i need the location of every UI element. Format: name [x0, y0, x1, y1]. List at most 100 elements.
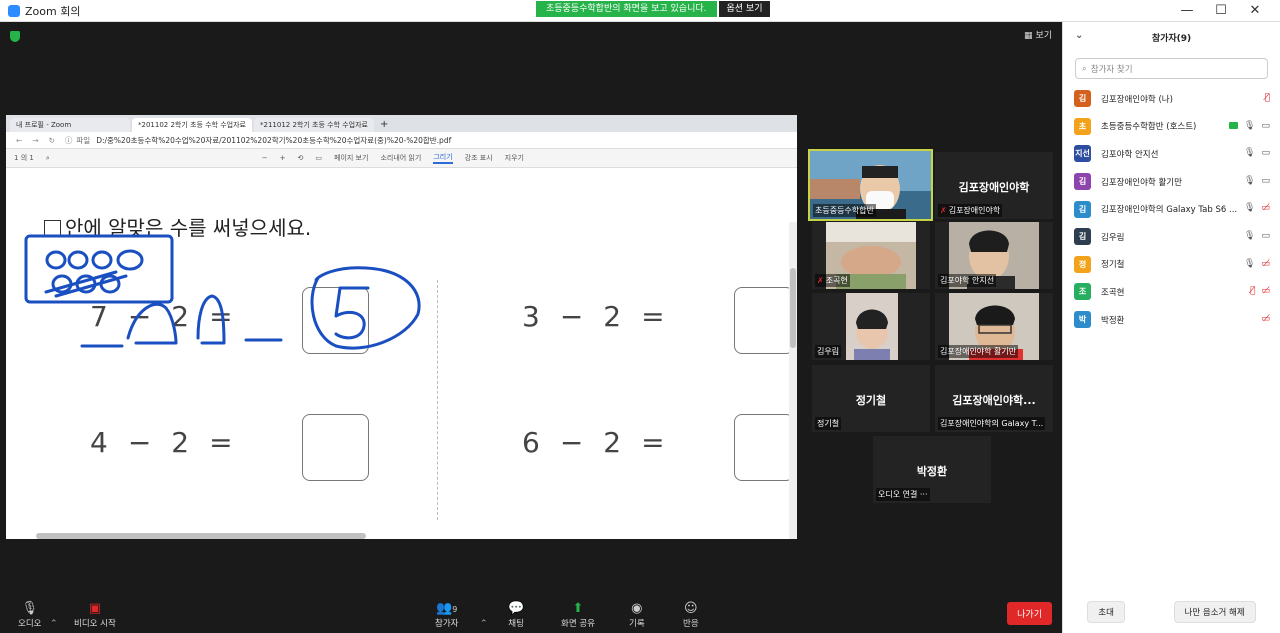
- video-tile[interactable]: 김포장애인야학 ✗ 김포장애인야학: [935, 152, 1053, 219]
- view-options-button[interactable]: 옵션 보기: [718, 1, 771, 17]
- participant-name: 김포야학 안지선: [1101, 149, 1159, 160]
- browser-tab[interactable]: 내 프로필 - Zoom: [10, 118, 130, 132]
- rotate-icon[interactable]: ⟲: [298, 154, 304, 162]
- page-of: 의 1: [20, 154, 34, 162]
- leave-button[interactable]: 나가기: [1007, 602, 1052, 625]
- read-aloud-button[interactable]: 소리내어 읽기: [380, 153, 421, 163]
- avatar: 지선: [1074, 145, 1091, 163]
- camera-off-icon: ▭̸: [1261, 203, 1270, 214]
- address-bar[interactable]: ← → ↻ ⓘ 파일 D:/중%20초등수학%20수업%20자료/201102%…: [6, 132, 797, 149]
- unmute-self-button[interactable]: 나만 음소거 해제: [1173, 601, 1256, 623]
- video-tile[interactable]: ✗ 조곡현: [812, 222, 930, 289]
- video-tile-active-speaker[interactable]: 초등중등수학합반: [808, 149, 933, 221]
- erase-button[interactable]: 지우기: [505, 153, 524, 163]
- tile-name: 조곡현: [825, 276, 848, 285]
- participant-item[interactable]: 김 김포장애인야학의 Galaxy Tab S6 ... 🎙 ▭̸: [1063, 195, 1280, 223]
- participants-chevron-icon[interactable]: ⌃: [480, 619, 488, 629]
- browser-tab-active[interactable]: *201102 2학기 초등 수학 수업자료: [132, 118, 252, 132]
- encryption-shield-icon[interactable]: [10, 31, 20, 42]
- participant-status: 🎙 ▭̸: [1244, 259, 1270, 269]
- minimize-button[interactable]: —: [1170, 0, 1204, 22]
- participant-search-input[interactable]: ⌕ 참가자 찾기: [1075, 58, 1268, 79]
- participant-item[interactable]: 조 조곡현 🎙̸ ▭̸: [1063, 278, 1280, 306]
- microphone-icon: 🎙: [21, 601, 38, 616]
- participants-icon: 👥9: [436, 601, 458, 616]
- invite-button[interactable]: 초대: [1087, 601, 1125, 623]
- back-icon[interactable]: ←: [16, 136, 22, 145]
- start-video-button[interactable]: ▣ 비디오 시작: [74, 601, 116, 629]
- participant-item[interactable]: 지선 김포야학 안지선 🎙 ▭: [1063, 140, 1280, 168]
- share-screen-icon: ⬆: [572, 601, 584, 616]
- view-button[interactable]: ▦ 보기: [1024, 28, 1052, 41]
- zoom-in-icon[interactable]: +: [280, 154, 286, 162]
- video-tile[interactable]: 김우림: [812, 293, 930, 360]
- participant-name: 초등중등수학합반 (호스트): [1101, 122, 1197, 133]
- draw-button[interactable]: 그리기: [433, 152, 453, 164]
- camera-icon: ▭: [1261, 230, 1270, 241]
- video-tile[interactable]: 박정환 오디오 연결 ···: [873, 436, 991, 503]
- participant-item[interactable]: 김 김우림 🎙 ▭: [1063, 223, 1280, 251]
- maximize-button[interactable]: ☐: [1204, 0, 1238, 22]
- participants-button[interactable]: 👥9 참가자: [435, 601, 458, 629]
- video-tile[interactable]: 김포장애인야학... 김포장애인야학의 Galaxy T...: [935, 365, 1053, 432]
- collapse-chevron-icon[interactable]: ⌄: [1075, 30, 1083, 41]
- reactions-icon: ☺: [684, 601, 698, 616]
- participant-item[interactable]: 김 김포장애인야학 (나) 🎙̸: [1063, 85, 1280, 113]
- reactions-button[interactable]: ☺ 반응: [683, 601, 699, 629]
- participant-status: 🎙̸ ▭̸: [1250, 286, 1270, 296]
- participant-item[interactable]: 초 초등중등수학합반 (호스트) 🎙 ▭: [1063, 113, 1280, 141]
- info-icon: ⓘ: [64, 135, 73, 145]
- tile-name: 초등중등수학합반: [813, 204, 876, 217]
- participant-status: 🎙 ▭: [1244, 176, 1270, 186]
- avatar: 초: [1074, 117, 1091, 135]
- new-tab-icon[interactable]: +: [376, 119, 392, 132]
- video-tile[interactable]: 정기철 정기철: [812, 365, 930, 432]
- fit-icon[interactable]: ▭: [315, 154, 322, 162]
- mic-muted-icon[interactable]: 🎙̸: [1265, 93, 1270, 103]
- share-screen-button[interactable]: ⬆ 화면 공유: [561, 601, 595, 629]
- mic-muted-icon: ✗: [817, 276, 824, 285]
- refresh-icon[interactable]: ↻: [49, 136, 55, 145]
- close-button[interactable]: ✕: [1238, 0, 1272, 22]
- browser-tab[interactable]: *211012 2학기 초등 수학 수업자료: [254, 118, 374, 132]
- forward-icon[interactable]: →: [32, 136, 38, 145]
- zoom-out-icon[interactable]: −: [262, 154, 268, 162]
- vertical-scrollbar[interactable]: [789, 222, 797, 539]
- chat-icon: 💬: [508, 601, 525, 616]
- participant-item[interactable]: 박 박정환 ▭̸: [1063, 306, 1280, 334]
- audio-options-chevron-icon[interactable]: ⌃: [50, 619, 58, 629]
- panel-title: 참가자(9): [1151, 33, 1192, 44]
- mic-icon: 🎙: [1244, 258, 1256, 269]
- mic-icon: 🎙: [1244, 175, 1256, 186]
- tile-name: 김포장애인야학 활기만: [938, 345, 1019, 358]
- record-label: 기록: [629, 619, 645, 629]
- participant-status: 🎙̸: [1265, 93, 1270, 103]
- highlight-button[interactable]: 강조 표시: [465, 153, 493, 163]
- participant-item[interactable]: 정 정기철 🎙 ▭̸: [1063, 251, 1280, 279]
- participant-item[interactable]: 김 김포장애인야학 활기만 🎙 ▭: [1063, 168, 1280, 196]
- reactions-label: 반응: [683, 619, 699, 629]
- meeting-area: ▦ 보기 내 프로필 - Zoom *201102 2학기 초등 수학 수업자료…: [0, 22, 1062, 633]
- page-number-input[interactable]: 1 의 1: [14, 153, 34, 163]
- camera-icon: ▭: [1261, 148, 1270, 159]
- participants-label: 참가자: [435, 619, 459, 629]
- tile-name: 정기철: [815, 417, 842, 430]
- scroll-thumb[interactable]: [790, 268, 796, 348]
- video-tile[interactable]: 김포장애인야학 활기만: [935, 293, 1053, 360]
- tile-label: 김포장애인야학: [958, 180, 1030, 194]
- shared-screen[interactable]: 내 프로필 - Zoom *201102 2학기 초등 수학 수업자료 *211…: [6, 115, 797, 539]
- participant-name: 김포장애인야학의 Galaxy Tab S6 ...: [1101, 205, 1238, 216]
- video-tile[interactable]: 김포야학 안지선: [935, 222, 1053, 289]
- horizontal-scrollbar[interactable]: [36, 533, 366, 539]
- pdf-page[interactable]: 안에 알맞은 수를 써넣으세요. 7−2 = 3−2 = 4−2 = 6−2 =: [6, 168, 797, 539]
- window-title: Zoom 회의: [25, 4, 81, 18]
- camera-icon: ▭: [1261, 120, 1270, 131]
- pdf-search-icon[interactable]: ⌕: [46, 154, 50, 163]
- share-label: 화면 공유: [561, 619, 595, 629]
- participant-status: 🎙 ▭: [1244, 231, 1270, 241]
- audio-button[interactable]: 🎙 오디오: [18, 601, 41, 629]
- page-view-button[interactable]: 페이지 보기: [334, 153, 368, 163]
- chat-button[interactable]: 💬 채팅: [508, 601, 524, 629]
- participant-name: 박정환: [1101, 315, 1125, 326]
- record-button[interactable]: ◉ 기록: [629, 601, 645, 629]
